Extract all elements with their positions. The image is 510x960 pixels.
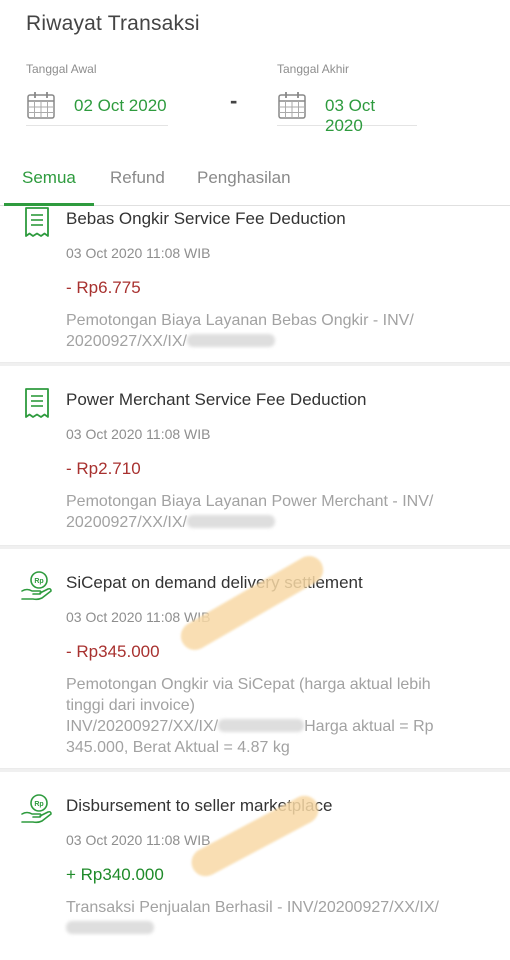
redacted-invoice xyxy=(186,515,275,528)
description-line: Transaksi Penjualan Berhasil - INV/20200… xyxy=(66,899,439,916)
description-line: 20200927/XX/IX/ xyxy=(66,514,187,531)
filter-tabs: Semua Refund Penghasilan xyxy=(0,160,510,206)
start-date-value: 02 Oct 2020 xyxy=(74,96,167,115)
receipt-icon xyxy=(25,207,49,237)
calendar-icon xyxy=(278,92,306,119)
transaction-list[interactable]: Bebas Ongkir Service Fee Deduction 03 Oc… xyxy=(0,207,510,960)
description-line: Pemotongan Biaya Layanan Power Merchant … xyxy=(66,493,434,510)
transaction-time: 03 Oct 2020 11:08 WIB xyxy=(66,426,211,442)
svg-text:Rp: Rp xyxy=(34,578,43,585)
start-date-picker[interactable]: Tanggal Awal 02 Oct 2020 xyxy=(26,62,168,126)
end-date-label: Tanggal Akhir xyxy=(277,62,350,76)
tab-refund[interactable]: Refund xyxy=(110,168,165,206)
transaction-item[interactable]: Power Merchant Service Fee Deduction 03 … xyxy=(0,366,510,546)
transaction-description: Transaksi Penjualan Berhasil - INV/20200… xyxy=(66,897,486,939)
transaction-amount: - Rp6.775 xyxy=(66,278,141,297)
calendar-icon xyxy=(27,92,55,119)
start-date-field[interactable]: 02 Oct 2020 xyxy=(26,84,168,126)
end-date-field[interactable]: 03 Oct 2020 xyxy=(277,84,417,135)
transaction-description: Pemotongan Biaya Layanan Power Merchant … xyxy=(66,491,486,533)
description-line: Pemotongan Ongkir via SiCepat (harga akt… xyxy=(66,676,431,693)
redacted-invoice xyxy=(66,921,154,934)
transaction-time: 03 Oct 2020 11:08 WIB xyxy=(66,245,211,261)
description-line: 345.000, Berat Aktual = 4.87 kg xyxy=(66,739,290,756)
date-range-separator: - xyxy=(230,88,238,113)
transaction-title: Power Merchant Service Fee Deduction xyxy=(66,390,367,409)
end-date-value: 03 Oct 2020 xyxy=(325,96,376,135)
transaction-description: Pemotongan Biaya Layanan Bebas Ongkir - … xyxy=(66,310,486,352)
receipt-icon xyxy=(25,388,49,418)
description-line: Harga aktual = Rp xyxy=(304,718,434,735)
redacted-invoice xyxy=(218,719,305,732)
transaction-item[interactable]: Bebas Ongkir Service Fee Deduction 03 Oc… xyxy=(0,207,510,363)
description-line: 20200927/XX/IX/ xyxy=(66,333,187,350)
description-line: Pemotongan Biaya Layanan Bebas Ongkir - … xyxy=(66,312,414,329)
money-hand-icon: Rp xyxy=(21,571,52,601)
transaction-item[interactable]: Rp SiCepat on demand delivery settlement… xyxy=(0,549,510,769)
transaction-time: 03 Oct 2020 11:08 WIB xyxy=(66,832,211,848)
transaction-amount: + Rp340.000 xyxy=(66,865,164,884)
page-title: Riwayat Transaksi xyxy=(26,12,200,35)
svg-text:Rp: Rp xyxy=(34,801,43,808)
app-header: Riwayat Transaksi xyxy=(0,0,510,50)
description-line: tinggi dari invoice) xyxy=(66,697,195,714)
highlight-marker xyxy=(175,550,329,656)
description-line: INV/20200927/XX/IX/ xyxy=(66,718,219,735)
money-hand-icon: Rp xyxy=(21,794,52,824)
end-date-picker[interactable]: Tanggal Akhir 03 Oct 2020 xyxy=(277,62,417,135)
tab-penghasilan[interactable]: Penghasilan xyxy=(197,168,291,206)
transaction-description: Pemotongan Ongkir via SiCepat (harga akt… xyxy=(66,674,486,758)
transaction-item[interactable]: Rp Disbursement to seller marketplace 03… xyxy=(0,772,510,960)
transaction-amount: - Rp345.000 xyxy=(66,642,160,661)
active-tab-indicator xyxy=(4,203,94,206)
transaction-amount: - Rp2.710 xyxy=(66,459,141,478)
redacted-invoice xyxy=(186,334,275,347)
start-date-label: Tanggal Awal xyxy=(26,62,97,76)
transaction-title: Bebas Ongkir Service Fee Deduction xyxy=(66,209,346,228)
tab-semua[interactable]: Semua xyxy=(22,168,76,206)
